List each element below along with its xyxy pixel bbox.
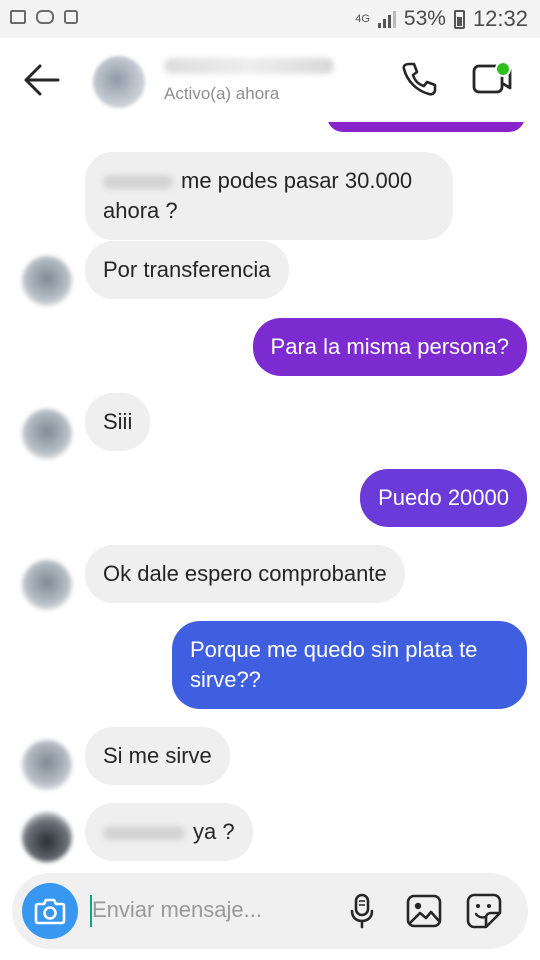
message-bubble-incoming[interactable]: Siii: [85, 393, 151, 451]
video-camera-icon[interactable]: [470, 60, 514, 98]
sender-avatar[interactable]: [22, 560, 72, 610]
arrow-left-icon[interactable]: [22, 62, 62, 98]
message-bubble-outgoing[interactable]: Puedo 20000: [360, 469, 527, 527]
message-bubble-incoming[interactable]: me podes pasar 30.000 ahora ?: [85, 152, 453, 240]
camera-button[interactable]: [22, 883, 78, 939]
voicemail-icon: [36, 10, 54, 24]
image-notification-icon: [10, 10, 26, 24]
online-dot: [495, 61, 511, 77]
sender-avatar[interactable]: [22, 256, 72, 306]
message-bubble-outgoing[interactable]: Porque me quedo sin plata te sirve??: [172, 621, 527, 709]
clock: 12:32: [472, 6, 528, 31]
phone-icon[interactable]: [400, 60, 438, 98]
battery-icon: [453, 9, 465, 29]
signal-icon: [377, 10, 396, 28]
message-bubble-incoming[interactable]: Si me sirve: [85, 727, 230, 785]
image-icon[interactable]: [404, 891, 444, 931]
status-bar: 4G 53% 12:32: [0, 0, 540, 38]
message-bubble-outgoing[interactable]: Para la misma persona?: [252, 318, 527, 376]
message-bubble-incoming[interactable]: ya ?: [85, 803, 253, 861]
sticker-icon[interactable]: [464, 891, 504, 931]
message-input[interactable]: Enviar mensaje...: [92, 897, 262, 923]
sender-avatar[interactable]: [22, 409, 72, 459]
contact-status: Activo(a) ahora: [164, 84, 280, 103]
contact-name-blurred[interactable]: [164, 58, 334, 74]
sender-avatar[interactable]: [22, 812, 72, 862]
notification-icons: [10, 10, 78, 24]
network-type: 4G: [355, 13, 370, 25]
contact-avatar[interactable]: [93, 56, 145, 108]
blurred-text: [103, 826, 185, 841]
recycle-icon: [64, 10, 78, 24]
message-list[interactable]: me podes pasar 30.000 ahora ? Por transf…: [0, 122, 540, 870]
chat-header: Activo(a) ahora: [0, 38, 540, 122]
sender-avatar[interactable]: [22, 740, 72, 790]
message-composer: Enviar mensaje...: [12, 873, 528, 949]
battery-percent: 53%: [403, 7, 446, 30]
microphone-icon[interactable]: [342, 891, 382, 931]
message-bubble-incoming[interactable]: Ok dale espero comprobante: [85, 545, 405, 603]
camera-icon: [34, 898, 66, 925]
message-bubble-incoming[interactable]: Por transferencia: [85, 241, 289, 299]
blurred-text: [103, 175, 173, 190]
previous-outgoing-bubble: [327, 122, 525, 132]
